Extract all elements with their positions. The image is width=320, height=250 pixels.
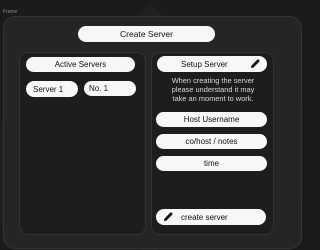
- time-field[interactable]: time: [156, 156, 267, 171]
- time-label: time: [203, 159, 220, 168]
- server-item-1[interactable]: Server 1: [26, 81, 78, 97]
- app-canvas: Frame Create Server Active Servers Serve…: [0, 0, 303, 250]
- setup-description-line: take an moment to work.: [172, 93, 254, 103]
- active-servers-panel: [19, 52, 146, 235]
- pencil-icon: [249, 58, 261, 70]
- create-server-header-button[interactable]: Create Server: [78, 26, 215, 42]
- setup-description: When creating the server please understa…: [155, 76, 271, 103]
- server-item-2[interactable]: No. 1: [84, 81, 136, 96]
- create-server-header-label: Create Server: [120, 29, 173, 39]
- create-server-submit-button[interactable]: create server: [156, 209, 266, 225]
- cohost-notes-field[interactable]: co/host / notes: [156, 134, 267, 149]
- frame-label: Frame: [3, 9, 18, 15]
- pencil-icon: [162, 211, 174, 223]
- server-item-label: No. 1: [89, 84, 109, 93]
- host-username-label: Host Username: [183, 115, 240, 124]
- create-server-submit-label: create server: [181, 212, 228, 222]
- host-username-field[interactable]: Host Username: [156, 112, 267, 127]
- active-servers-title: Active Servers: [26, 57, 135, 72]
- server-item-label: Server 1: [33, 84, 64, 94]
- setup-server-title: Setup Server: [157, 56, 267, 72]
- setup-server-title-label: Setup Server: [181, 59, 228, 69]
- active-servers-title-label: Active Servers: [54, 60, 107, 69]
- cohost-notes-label: co/host / notes: [185, 137, 238, 146]
